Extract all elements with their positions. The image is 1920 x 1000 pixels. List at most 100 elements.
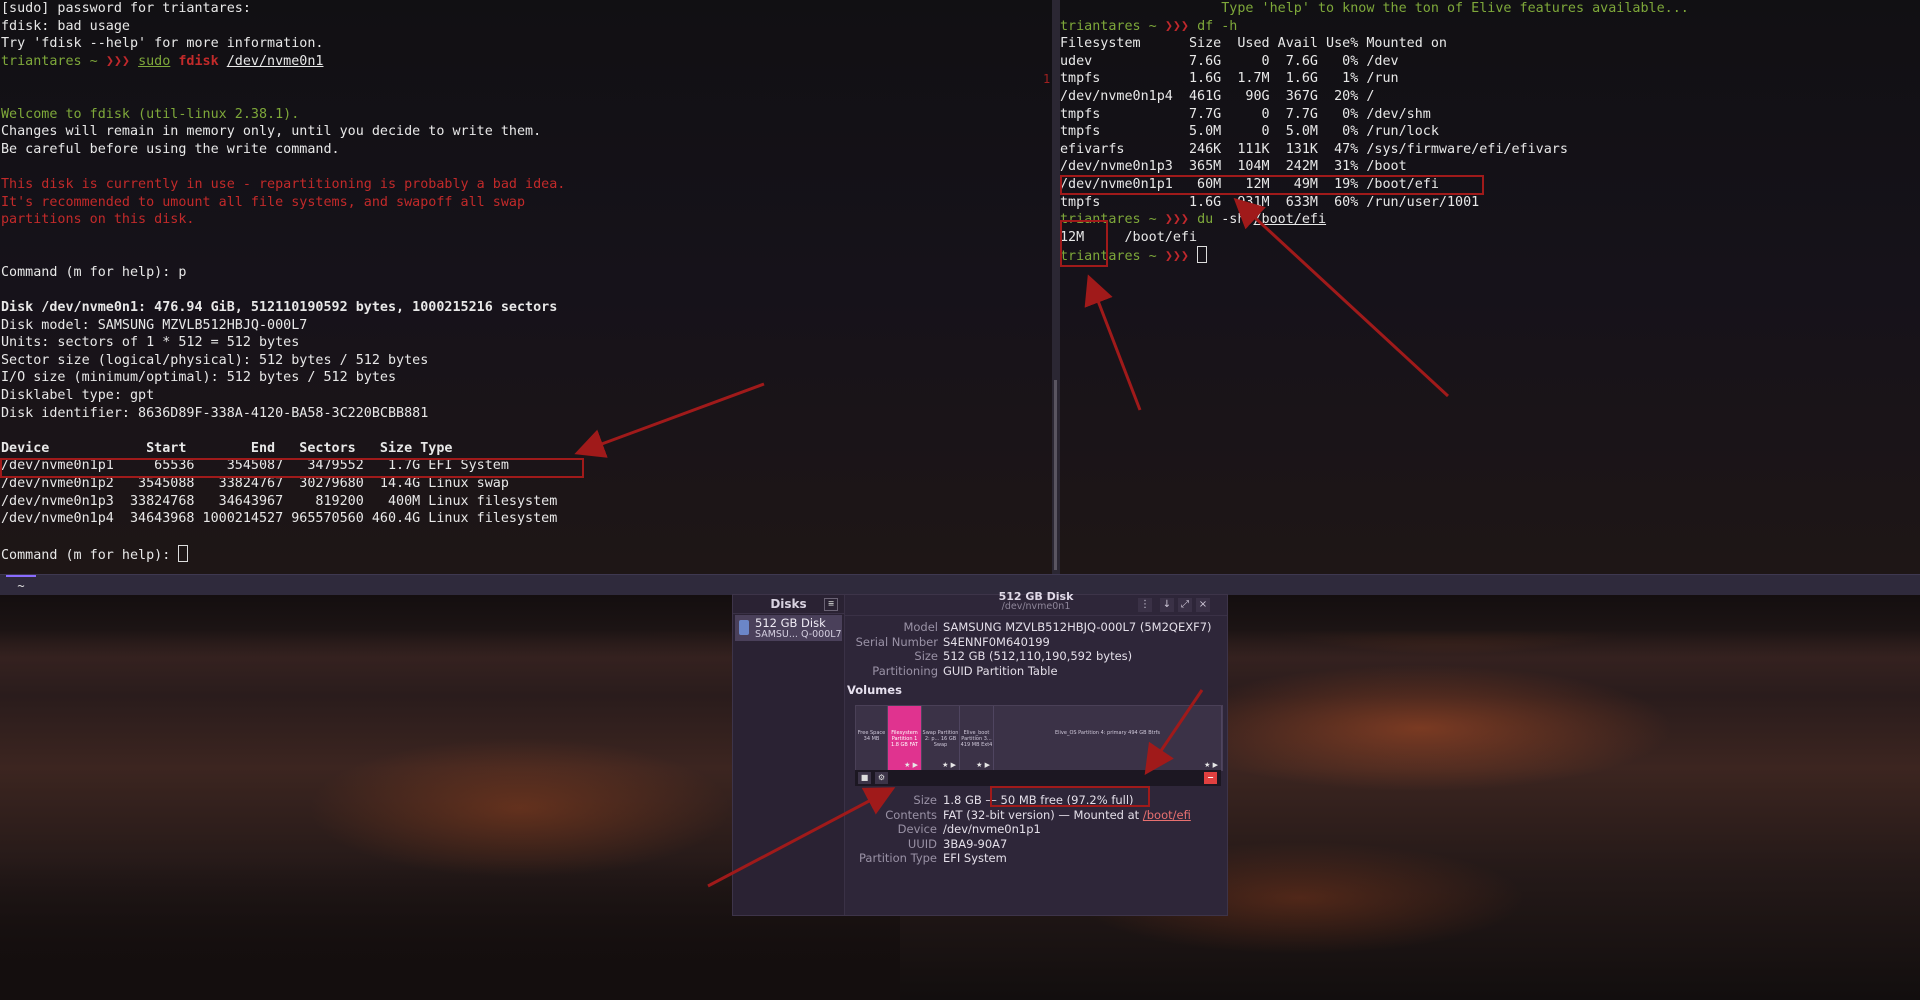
left_terminal-text	[219, 54, 227, 69]
left_terminal-line: Disklabel type: gpt	[1, 387, 1052, 405]
left_terminal-line	[1, 229, 1052, 247]
volumes-heading: Volumes	[847, 683, 902, 697]
partition-segment[interactable]: Free Space 34 MB	[856, 706, 888, 770]
maximize-icon[interactable]: ⤢	[1178, 598, 1192, 612]
right_terminal-text: Type 'help' to know the ton of Elive fea…	[1060, 1, 1689, 16]
sidebar-title: Disks ≡	[733, 595, 844, 614]
stop-icon[interactable]: ■	[858, 772, 871, 784]
left_terminal-text: Sector size (logical/physical): 512 byte…	[1, 352, 429, 368]
partition-segment[interactable]: Elive_boot Partition 3... 419 MB Ext4 ★ ▶	[960, 706, 994, 770]
terminal-left[interactable]: [sudo] password for triantares: fdisk: ba…	[0, 0, 1052, 574]
right_terminal-text: /dev/nvme0n1p3 365M 104M 242M 31% /boot	[1060, 159, 1407, 175]
right_terminal-text: tmpfs 1.6G 931M 633M 60% /run/user/1001	[1060, 194, 1480, 210]
highlight-du-result	[1060, 220, 1108, 267]
right_terminal-text: ❯❯❯	[1164, 249, 1198, 265]
partition-label: Elive_boot Partition 3... 419 MB Ext4	[960, 730, 993, 748]
left_terminal-text: /dev/nvme0n1	[226, 53, 324, 69]
delete-partition-button[interactable]: −	[1204, 772, 1217, 784]
left_terminal-text: /dev/nvme0n1p4 34643968 1000214527 96557…	[1, 511, 558, 527]
left_terminal-text: Disk model: SAMSUNG MZVLB512HBJQ-000L7	[1, 317, 308, 333]
right_terminal-line: tmpfs 7.7G 0 7.7G 0% /dev/shm	[1060, 106, 1920, 124]
info-value-text: S4ENNF0M640199	[943, 634, 1050, 649]
info-key: Serial Number	[855, 634, 938, 649]
left_terminal-text: This disk is currently in use - repartit…	[1, 176, 566, 192]
left_terminal-line	[1, 282, 1052, 300]
info-key: Size	[914, 649, 938, 663]
left_terminal-text: sudo	[138, 53, 171, 69]
info-value: GUID Partition Table	[943, 664, 1058, 679]
info-value-text: GUID Partition Table	[943, 663, 1058, 678]
left_terminal-line: /dev/nvme0n1p3 33824768 34643967 819200 …	[1, 493, 1052, 511]
info-value: 3BA9-90A7	[943, 837, 1007, 852]
left_terminal-line: [sudo] password for triantares:	[1, 0, 1052, 18]
drive-icon	[739, 620, 749, 635]
left_terminal-line: It's recommended to umount all file syst…	[1, 194, 1052, 212]
left_terminal-text: It's recommended to umount all file syst…	[1, 194, 526, 210]
left_terminal-text: Units: sectors of 1 * 512 = 512 bytes	[1, 335, 300, 351]
right_terminal-text: ❯❯❯	[1164, 18, 1198, 34]
left_terminal-text: Disk /dev/nvme0n1: 476.94 GiB, 512110190…	[1, 300, 558, 316]
pane-divider[interactable]	[1052, 0, 1060, 574]
right_terminal-line: /dev/nvme0n1p4 461G 90G 367G 20% /	[1060, 88, 1920, 106]
sidebar-item-disk[interactable]: 512 GB Disk SAMSU... Q-000L7	[735, 615, 842, 641]
info-value-text: EFI System	[943, 851, 1007, 865]
left_terminal-text: Device Start End Sectors Size Type	[1, 440, 453, 456]
left_terminal-text: partitions on this disk.	[1, 212, 195, 228]
terminal-tab[interactable]: ~	[6, 575, 36, 597]
partition-label: Swap Partition 2: p... 16 GB Swap	[922, 730, 959, 748]
partition-segment[interactable]: Elive_OS Partition 4: primary 494 GB Btr…	[994, 706, 1222, 770]
right_terminal-text: /boot/efi	[1253, 212, 1327, 228]
partition-label: Elive_OS Partition 4: primary 494 GB Btr…	[1054, 730, 1161, 736]
gutter-marker: 1	[1043, 72, 1051, 86]
info-value: 512 GB (512,110,190,592 bytes)	[943, 649, 1132, 664]
info-value: /dev/nvme0n1p1	[943, 822, 1041, 837]
left_terminal-line: Be careful before using the write comman…	[1, 141, 1052, 159]
info-value-text: /dev/nvme0n1p1	[943, 822, 1041, 836]
left_terminal-line: This disk is currently in use - repartit…	[1, 176, 1052, 194]
minimize-icon[interactable]: ↓	[1160, 598, 1174, 612]
gear-icon[interactable]: ⚙	[875, 772, 888, 784]
right_terminal-line: tmpfs 1.6G 1.7M 1.6G 1% /run	[1060, 70, 1920, 88]
info-value-text: 3BA9-90A7	[943, 836, 1008, 851]
volumes-bar: Free Space 34 MB Filesystem Partition 1 1…	[855, 705, 1223, 771]
close-icon[interactable]: ×	[1196, 598, 1210, 612]
right_terminal-line: Filesystem Size Used Avail Use% Mounted …	[1060, 35, 1920, 53]
left_terminal-line	[1, 88, 1052, 106]
left_terminal-text: triantares ~	[1, 53, 106, 69]
left_terminal-line: fdisk: bad usage	[1, 18, 1052, 36]
right_terminal-text: triantares ~	[1060, 18, 1165, 34]
mount-point-link[interactable]: /boot/efi	[1143, 808, 1191, 822]
left_terminal-text: Be careful before using the write comman…	[1, 141, 340, 157]
info-key: Device	[897, 822, 937, 836]
hamburger-menu-icon[interactable]: ≡	[824, 598, 838, 611]
left_terminal-line: Command (m for help): p	[1, 264, 1052, 282]
left_terminal-line: Disk identifier: 8636D89F-338A-4120-BA58…	[1, 405, 1052, 423]
left_terminal-text: Command (m for help): p	[1, 264, 187, 280]
disk-name: 512 GB Disk	[755, 616, 826, 630]
info-key: Contents	[885, 807, 937, 822]
right_terminal-text: /dev/nvme0n1p4 461G 90G 367G 20% /	[1060, 88, 1375, 104]
left_terminal-line: Sector size (logical/physical): 512 byte…	[1, 352, 1052, 370]
terminal-right[interactable]: Type 'help' to know the ton of Elive fea…	[1060, 0, 1920, 574]
partition-segment[interactable]: Swap Partition 2: p... 16 GB Swap ★ ▶	[922, 706, 960, 770]
partition-segment[interactable]: Filesystem Partition 1 1.8 GB FAT ★ ▶	[888, 706, 922, 770]
info-key: Partitioning	[872, 663, 938, 678]
left_terminal-line: Command (m for help):	[1, 545, 1052, 563]
left_terminal-line	[1, 422, 1052, 440]
right_terminal-line: efivarfs 246K 111K 131K 47% /sys/firmwar…	[1060, 141, 1920, 159]
info-value: SAMSUNG MZVLB512HBJQ-000L7 (5M2QEXF7)	[943, 620, 1212, 635]
left_terminal-line: partitions on this disk.	[1, 211, 1052, 229]
disks-main-panel: 512 GB Disk /dev/nvme0n1 ⋮ ↓ ⤢ × Model SA…	[845, 590, 1227, 915]
left_terminal-text: /dev/nvme0n1p3 33824768 34643967 819200 …	[1, 493, 558, 509]
info-value-text: FAT (32-bit version) — Mounted at	[943, 807, 1143, 822]
info-value-text: SAMSUNG MZVLB512HBJQ-000L7 (5M2QEXF7)	[943, 620, 1212, 634]
right_terminal-text: tmpfs 5.0M 0 5.0M 0% /run/lock	[1060, 124, 1439, 140]
kebab-menu-icon[interactable]: ⋮	[1138, 598, 1152, 612]
left_terminal-line: triantares ~ ❯❯❯ sudo fdisk /dev/nvme0n1	[1, 53, 1052, 71]
text-cursor	[1197, 246, 1208, 264]
info-value: S4ENNF0M640199	[943, 635, 1050, 650]
left_terminal-text: Try 'fdisk --help' for more information.	[1, 36, 324, 52]
scrollbar-thumb[interactable]	[1054, 380, 1057, 570]
highlight-efi-df	[1060, 175, 1484, 195]
right_terminal-text: ❯❯❯	[1164, 212, 1198, 228]
